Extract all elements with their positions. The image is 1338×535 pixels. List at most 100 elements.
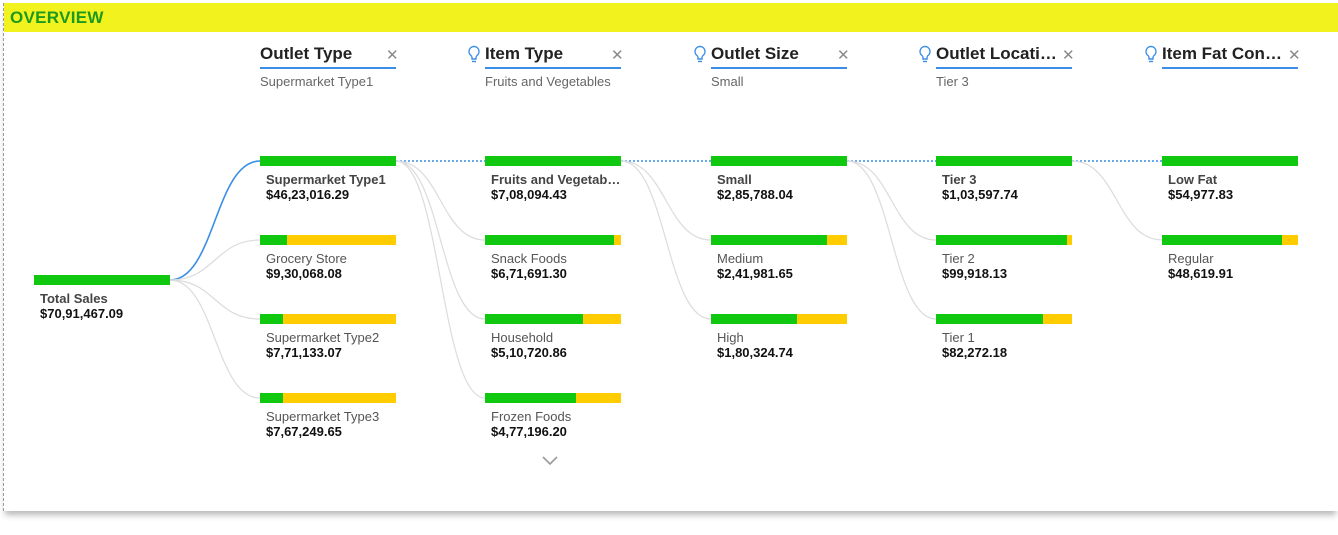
connector-line xyxy=(846,160,937,320)
node-bar-fill xyxy=(936,156,1072,166)
node-bar-fill xyxy=(485,156,621,166)
node-value: $4,77,196.20 xyxy=(491,424,567,439)
node-label: Medium xyxy=(717,251,764,266)
header-underline xyxy=(485,67,621,69)
connector-line xyxy=(620,160,712,320)
node-value: $7,67,249.65 xyxy=(266,424,342,439)
level-title: Outlet Size xyxy=(711,44,799,63)
level-title: Outlet Location Type xyxy=(936,44,1058,63)
node-value: $6,71,691.30 xyxy=(491,266,567,281)
decomposition-tree-visual: OVERVIEW Outlet Type ✕ Supermarket Type1… xyxy=(3,3,1338,511)
level-selected-value: Tier 3 xyxy=(936,74,969,89)
node-value: $2,85,788.04 xyxy=(717,187,793,202)
node-bar xyxy=(936,235,1072,245)
close-icon[interactable]: ✕ xyxy=(611,46,624,64)
node-bar xyxy=(34,275,170,285)
node-bar-fill xyxy=(260,393,284,403)
node-bar xyxy=(711,314,847,324)
close-icon[interactable]: ✕ xyxy=(1288,46,1301,64)
node-label: Household xyxy=(491,330,554,345)
node-label: Frozen Foods xyxy=(491,409,572,424)
node-value: $7,08,094.43 xyxy=(491,187,567,202)
chevron-down-icon[interactable] xyxy=(541,455,559,467)
node-bar-fill xyxy=(711,235,827,245)
node-bar-fill xyxy=(485,393,577,403)
node-value: $70,91,467.09 xyxy=(40,306,124,321)
header-underline xyxy=(936,67,1072,69)
node-label: Snack Foods xyxy=(491,251,567,266)
connector-line xyxy=(169,279,261,320)
connector-line xyxy=(1071,160,1163,241)
close-icon[interactable]: ✕ xyxy=(837,46,850,64)
node-bar xyxy=(1162,235,1298,245)
lightbulb-icon[interactable] xyxy=(918,45,932,65)
node-label: Total Sales xyxy=(40,291,108,306)
node-value: $1,03,597.74 xyxy=(942,187,1018,202)
connector-line xyxy=(169,279,261,399)
node-bar-fill xyxy=(936,235,1068,245)
node-value: $9,30,068.08 xyxy=(266,266,342,281)
node-bar xyxy=(260,156,396,166)
node-bar xyxy=(260,314,396,324)
node-label: Supermarket Type2 xyxy=(266,330,380,345)
connector-line xyxy=(169,160,261,281)
node-value: $48,619.91 xyxy=(1168,266,1234,281)
connector-line xyxy=(395,160,486,241)
node-value: $54,977.83 xyxy=(1168,187,1234,202)
node-bar-fill xyxy=(34,275,170,285)
node-bar xyxy=(936,314,1072,324)
connector-line xyxy=(846,160,937,241)
node-label: Tier 1 xyxy=(942,330,975,345)
lightbulb-icon[interactable] xyxy=(693,45,707,65)
node-label: Supermarket Type3 xyxy=(266,409,380,424)
node-value: $1,80,324.74 xyxy=(717,345,793,360)
level-title: Outlet Type xyxy=(260,44,353,63)
header-underline xyxy=(260,67,396,69)
node-bar xyxy=(1162,156,1298,166)
node-label: Fruits and Vegetables xyxy=(491,172,623,187)
node-bar-fill xyxy=(260,156,396,166)
node-label: Low Fat xyxy=(1168,172,1218,187)
node-bar-fill xyxy=(936,314,1044,324)
node-bar-fill xyxy=(260,314,284,324)
header-underline xyxy=(711,67,847,69)
node-bar xyxy=(260,235,396,245)
node-bar-fill xyxy=(485,235,615,245)
level-title: Item Fat Content xyxy=(1162,44,1284,63)
node-value: $7,71,133.07 xyxy=(266,345,342,360)
level-selected-value: Fruits and Vegetables xyxy=(485,74,611,89)
lightbulb-icon[interactable] xyxy=(467,45,481,65)
node-bar-fill xyxy=(711,314,797,324)
node-label: High xyxy=(717,330,744,345)
level-selected-value: Small xyxy=(711,74,744,89)
connector-line xyxy=(169,239,261,281)
node-label: Grocery Store xyxy=(266,251,347,266)
close-icon[interactable]: ✕ xyxy=(386,46,399,64)
node-bar xyxy=(711,235,847,245)
lightbulb-icon[interactable] xyxy=(1144,45,1158,65)
node-value: $82,272.18 xyxy=(942,345,1008,360)
node-bar xyxy=(936,156,1072,166)
node-value: $2,41,981.65 xyxy=(717,266,793,281)
node-bar xyxy=(485,156,621,166)
level-title: Item Type xyxy=(485,44,564,63)
node-bar-fill xyxy=(711,156,847,166)
tree-links xyxy=(169,160,1163,399)
node-label: Small xyxy=(717,172,752,187)
node-bar-fill xyxy=(485,314,583,324)
level-selected-value: Supermarket Type1 xyxy=(260,74,374,89)
node-bar xyxy=(711,156,847,166)
close-icon[interactable]: ✕ xyxy=(1062,46,1075,64)
node-bar-fill xyxy=(1162,235,1282,245)
node-bar xyxy=(485,314,621,324)
connector-line xyxy=(620,160,712,241)
node-label: Tier 3 xyxy=(942,172,977,187)
node-bar-fill xyxy=(1162,156,1298,166)
node-bar xyxy=(260,393,396,403)
node-value: $99,918.13 xyxy=(942,266,1008,281)
node-bar xyxy=(485,393,621,403)
node-label: Supermarket Type1 xyxy=(266,172,386,187)
node-bar xyxy=(485,235,621,245)
node-value: $46,23,016.29 xyxy=(266,187,350,202)
connector-line xyxy=(395,160,486,399)
